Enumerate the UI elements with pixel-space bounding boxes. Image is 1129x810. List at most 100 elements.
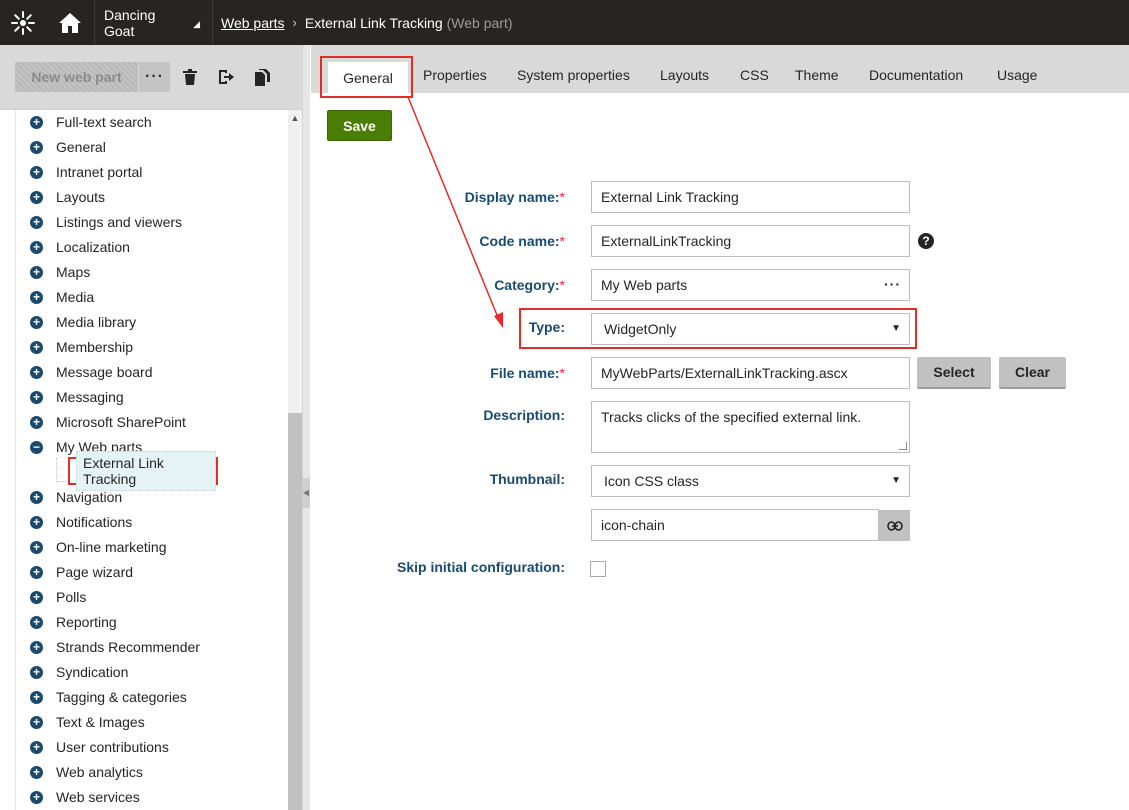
site-name: Dancing Goat [104, 6, 156, 39]
code-name-field[interactable]: ExternalLinkTracking [591, 225, 910, 257]
required-mark: * [559, 189, 565, 205]
category-value: My Web parts [601, 277, 688, 293]
expand-node-icon[interactable]: + [30, 141, 43, 154]
expand-node-icon[interactable]: + [30, 541, 43, 554]
tab-theme[interactable]: Theme [795, 67, 839, 83]
expand-node-icon[interactable]: + [30, 416, 43, 429]
tree-item-label: Page wizard [56, 564, 134, 580]
expand-node-icon[interactable]: + [30, 241, 43, 254]
skip-config-checkbox[interactable] [590, 561, 606, 577]
expand-node-icon[interactable]: + [30, 491, 43, 504]
required-mark: * [559, 277, 565, 293]
collapse-panel-icon[interactable]: ◀ [302, 478, 310, 508]
expand-node-icon[interactable]: + [30, 791, 43, 804]
tree-item-label: On-line marketing [56, 539, 167, 555]
tree-item-label: Membership [56, 339, 134, 355]
display-name-label: Display name:* [465, 189, 565, 205]
site-selector[interactable]: Dancing Goat ◢ [96, 0, 213, 45]
home-icon[interactable] [45, 0, 95, 45]
skip-config-label: Skip initial configuration: [397, 559, 565, 575]
tree-item-label: Media [56, 289, 95, 305]
tree-item-label: Layouts [56, 189, 106, 205]
tab-usage[interactable]: Usage [997, 67, 1037, 83]
help-icon[interactable]: ? [918, 233, 934, 249]
breadcrumb-current: External Link Tracking [304, 14, 443, 31]
description-value: Tracks clicks of the specified external … [601, 409, 862, 425]
expand-node-icon[interactable]: + [30, 616, 43, 629]
save-button[interactable]: Save [327, 110, 392, 141]
expand-node-icon[interactable]: + [30, 291, 43, 304]
caret-down-icon: ◢ [193, 18, 200, 29]
tree-item-label: Localization [56, 239, 130, 255]
general-tab-highlight-box [320, 56, 413, 98]
description-label: Description: [483, 407, 565, 423]
select-button[interactable]: Select [917, 357, 991, 389]
tree-item-label: Web services [56, 789, 140, 805]
new-web-part-button[interactable]: New web part [15, 62, 138, 92]
top-header: Dancing Goat ◢ Web parts › External Link… [0, 0, 1129, 45]
tree-item-label: Reporting [56, 614, 117, 630]
tree-item-label: Intranet portal [56, 164, 143, 180]
tree-scrollbar-thumb[interactable] [288, 413, 302, 810]
ellipsis-icon[interactable]: ··· [884, 276, 901, 292]
tab-system-properties[interactable]: System properties [517, 67, 630, 83]
expand-node-icon[interactable]: + [30, 191, 43, 204]
tab-layouts[interactable]: Layouts [660, 67, 709, 83]
thumbnail-select[interactable]: Icon CSS class ▼ [591, 465, 910, 497]
tab-properties[interactable]: Properties [423, 67, 487, 83]
required-mark: * [559, 365, 565, 381]
expand-node-icon[interactable]: + [30, 341, 43, 354]
code-name-label: Code name:* [479, 233, 565, 249]
display-name-field[interactable]: External Link Tracking [591, 181, 910, 213]
selected-web-part-label: External Link Tracking [76, 451, 216, 491]
expand-node-icon[interactable]: + [30, 716, 43, 729]
trash-icon[interactable] [181, 67, 199, 87]
web-part-category-tree: + Full-text search + General + Intranet porta… [15, 110, 288, 810]
expand-node-icon[interactable]: + [30, 566, 43, 579]
file-name-field[interactable]: MyWebParts/ExternalLinkTracking.ascx [591, 357, 910, 389]
kentico-logo-icon[interactable] [0, 0, 45, 45]
tree-item-label: Message board [56, 364, 153, 380]
tab-css[interactable]: CSS [740, 67, 769, 83]
tree-item-label: Web analytics [56, 764, 143, 780]
tree-item-label: Listings and viewers [56, 214, 183, 230]
expand-node-icon[interactable]: + [30, 166, 43, 179]
tree-item-label: Media library [56, 314, 137, 330]
tree-item-label: Microsoft SharePoint [56, 414, 186, 430]
chain-link-icon[interactable] [878, 510, 910, 541]
expand-node-icon[interactable]: + [30, 666, 43, 679]
tabs-bar: Properties System properties Layouts CSS… [311, 45, 1129, 93]
icon-class-field[interactable]: icon-chain [591, 509, 879, 541]
file-name-label-text: File name: [490, 365, 560, 381]
expand-node-icon[interactable]: + [30, 366, 43, 379]
clone-icon[interactable] [253, 67, 271, 87]
resize-handle-icon[interactable] [899, 442, 907, 450]
clear-button[interactable]: Clear [999, 357, 1066, 389]
expand-node-icon[interactable]: + [30, 591, 43, 604]
expand-node-icon[interactable]: + [30, 216, 43, 229]
scroll-up-icon[interactable]: ▲ [288, 111, 302, 125]
category-selector[interactable]: My Web parts ··· [591, 269, 910, 301]
tree-item-label: User contributions [56, 739, 169, 755]
more-actions-button[interactable]: ··· [138, 62, 170, 92]
expand-node-icon[interactable]: + [30, 766, 43, 779]
expand-node-icon[interactable]: + [30, 266, 43, 279]
left-toolbar: New web part ··· [0, 45, 304, 110]
collapse-node-icon[interactable]: − [30, 441, 43, 454]
expand-node-icon[interactable]: + [30, 691, 43, 704]
export-icon[interactable] [217, 67, 235, 87]
expand-node-icon[interactable]: + [30, 116, 43, 129]
tree-item-label: Full-text search [56, 114, 152, 130]
tab-documentation[interactable]: Documentation [869, 67, 963, 83]
expand-node-icon[interactable]: + [30, 741, 43, 754]
expand-node-icon[interactable]: + [30, 316, 43, 329]
expand-node-icon[interactable]: + [30, 641, 43, 654]
expand-node-icon[interactable]: + [30, 516, 43, 529]
tree-item-label: Text & Images [56, 714, 145, 730]
panel-splitter[interactable] [302, 45, 310, 810]
left-panel: New web part ··· + Full-text search + Gener… [0, 45, 304, 810]
expand-node-icon[interactable]: + [30, 391, 43, 404]
description-textarea[interactable]: Tracks clicks of the specified external … [591, 401, 910, 453]
breadcrumb-web-parts-link[interactable]: Web parts [221, 15, 285, 31]
tree-item-selected[interactable]: External Link Tracking [68, 451, 218, 491]
